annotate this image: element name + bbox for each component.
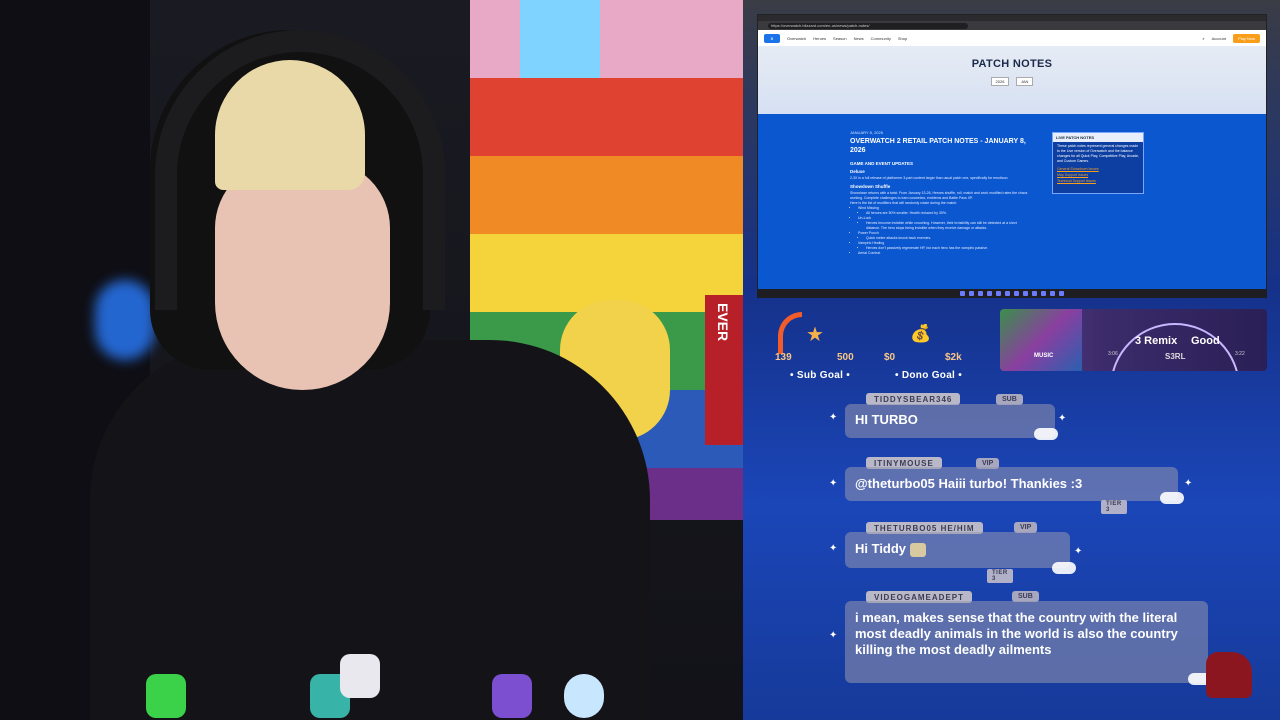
paragraph: 2-3X is a full release of platformer 3-p… bbox=[850, 176, 1009, 180]
chat-bubble: HI TURBO bbox=[845, 404, 1055, 438]
search-icon[interactable]: ⌕ bbox=[1202, 36, 1204, 41]
sidebox-text: These patch notes represent general chan… bbox=[1057, 144, 1139, 163]
sub-goal-target: 500 bbox=[837, 352, 854, 363]
dragon-mascot bbox=[1206, 652, 1252, 698]
patch-content: JANUARY 8, 2026 OVERWATCH 2 RETAIL PATCH… bbox=[758, 114, 1266, 296]
article-title: OVERWATCH 2 RETAIL PATCH NOTES - JANUARY… bbox=[850, 138, 1026, 154]
sub-heading: Showdown Shuffle bbox=[850, 184, 891, 189]
sub-goal-progress-arc bbox=[778, 312, 802, 354]
nav-item-season[interactable]: Season bbox=[833, 36, 847, 41]
nav-item-heroes[interactable]: Heroes bbox=[813, 36, 826, 41]
song-time-elapsed: 3:06 bbox=[1108, 351, 1118, 357]
patch-notes-hero: PATCH NOTES 2026 JAN bbox=[758, 46, 1266, 114]
sub-heading: Deluxe bbox=[850, 169, 865, 174]
account-link[interactable]: Account bbox=[1212, 36, 1226, 41]
tier-badge: TIER 3 bbox=[987, 569, 1013, 583]
chat-bubble: Hi Tiddy bbox=[845, 532, 1070, 568]
chat-avatar-sprite bbox=[340, 654, 380, 698]
section-heading: GAME AND EVENT UPDATES bbox=[850, 161, 914, 166]
star-icon: ★ bbox=[806, 324, 824, 346]
site-nav: B Overwatch Heroes Season News Community… bbox=[758, 30, 1266, 46]
emote-icon bbox=[909, 542, 926, 557]
cloud-decoration bbox=[1052, 562, 1076, 574]
blizzard-logo[interactable]: B bbox=[764, 33, 780, 43]
taskbar-app-icon[interactable] bbox=[960, 291, 965, 296]
nav-item-shop[interactable]: Shop bbox=[898, 36, 907, 41]
nav-item-news[interactable]: News bbox=[854, 36, 864, 41]
list-item: Heroes become invisible while crouching.… bbox=[866, 221, 1030, 231]
chat-avatar-sprite bbox=[564, 674, 604, 718]
sub-goal-current: 139 bbox=[775, 352, 792, 363]
money-bag-icon: 💰 bbox=[910, 324, 932, 343]
patch-article: JANUARY 8, 2026 OVERWATCH 2 RETAIL PATCH… bbox=[850, 130, 1030, 256]
taskbar-app-icon[interactable] bbox=[1050, 291, 1055, 296]
taskbar-app-icon[interactable] bbox=[1032, 291, 1037, 296]
song-progress-arc bbox=[1110, 323, 1240, 371]
sidebox-link[interactable]: Technical Support Issues bbox=[1053, 178, 1143, 184]
taskbar-app-icon[interactable] bbox=[969, 291, 974, 296]
play-now-button[interactable]: Play Now bbox=[1233, 33, 1260, 43]
taskbar-app-icon[interactable] bbox=[996, 291, 1001, 296]
chat-bubble: i mean, makes sense that the country wit… bbox=[845, 601, 1208, 683]
month-select[interactable]: JAN bbox=[1015, 77, 1034, 86]
address-bar-container: https://overwatch.blizzard.com/en-us/new… bbox=[758, 21, 1266, 30]
taskbar-app-icon[interactable] bbox=[1023, 291, 1028, 296]
song-title: 3 Remix bbox=[1135, 335, 1178, 347]
taskbar-app-icon[interactable] bbox=[1014, 291, 1019, 296]
sparkle-icon: ✦ bbox=[1184, 478, 1193, 489]
year-select[interactable]: 2026 bbox=[990, 77, 1010, 86]
taskbar-app-icon[interactable] bbox=[1059, 291, 1064, 296]
sidebox-header: LIVE PATCH NOTES bbox=[1053, 133, 1143, 142]
sparkle-icon: ✦ bbox=[1074, 546, 1083, 557]
address-bar[interactable]: https://overwatch.blizzard.com/en-us/new… bbox=[768, 22, 968, 29]
chat-avatar-sprite bbox=[146, 674, 186, 718]
nav-item-overwatch[interactable]: Overwatch bbox=[787, 36, 806, 41]
sparkle-icon: ✦ bbox=[1058, 413, 1067, 424]
chat-avatar-sprite bbox=[492, 674, 532, 718]
song-artist: S3RL bbox=[1165, 352, 1186, 361]
live-patch-notes-box: LIVE PATCH NOTES These patch notes repre… bbox=[1052, 132, 1144, 194]
chat-bubble: @theturbo05 Haiii turbo! Thankies :3 bbox=[845, 467, 1178, 501]
song-time-total: 3:22 bbox=[1235, 351, 1245, 357]
dono-goal-current: $0 bbox=[884, 352, 896, 363]
cloud-decoration bbox=[1160, 492, 1184, 504]
taskbar-app-icon[interactable] bbox=[978, 291, 983, 296]
webcam-feed: EVER bbox=[0, 0, 743, 720]
taskbar-app-icon[interactable] bbox=[1041, 291, 1046, 296]
blue-light bbox=[95, 280, 155, 360]
dono-goal-label: • Dono Goal • bbox=[895, 370, 963, 381]
taskbar-app-icon[interactable] bbox=[987, 291, 992, 296]
wall-sign: EVER bbox=[705, 295, 743, 445]
list-item: Aerial Combat bbox=[858, 251, 1030, 256]
album-art: MUSIC bbox=[1000, 309, 1082, 371]
taskbar-app-icon[interactable] bbox=[1005, 291, 1010, 296]
browser-window: https://overwatch.blizzard.com/en-us/new… bbox=[757, 14, 1267, 297]
sparkle-icon: ✦ bbox=[829, 412, 838, 423]
sub-goal-label: • Sub Goal • bbox=[790, 370, 851, 381]
song-title-2: Good bbox=[1191, 335, 1220, 347]
now-playing-widget: MUSIC 3 Remix Good S3RL 3:06 3:22 bbox=[1000, 309, 1267, 371]
taskbar bbox=[757, 289, 1267, 298]
nav-item-community[interactable]: Community bbox=[871, 36, 891, 41]
sparkle-icon: ✦ bbox=[829, 478, 838, 489]
sparkle-icon: ✦ bbox=[829, 543, 838, 554]
cloud-decoration bbox=[1034, 428, 1058, 440]
tier-badge: TIER 3 bbox=[1101, 500, 1127, 514]
headphones bbox=[155, 30, 445, 310]
paragraph: Showdown returns with a twist. From Janu… bbox=[850, 191, 1028, 200]
sparkle-icon: ✦ bbox=[829, 630, 838, 641]
goals-widget: ★ 139 500 • Sub Goal • 💰 $0 $2k • Dono G… bbox=[768, 310, 983, 385]
page-title: PATCH NOTES bbox=[971, 58, 1053, 70]
dono-goal-target: $2k bbox=[945, 352, 962, 363]
article-date: JANUARY 8, 2026 bbox=[850, 130, 883, 135]
